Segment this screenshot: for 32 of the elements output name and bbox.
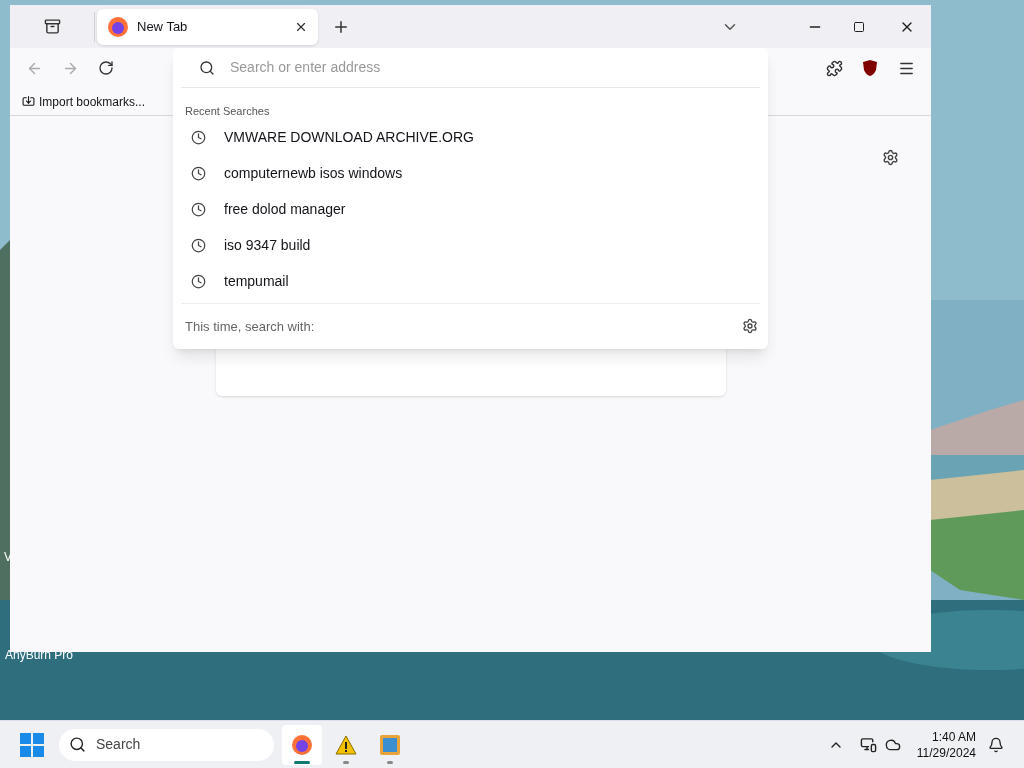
import-icon (22, 95, 35, 108)
recent-search-item[interactable]: tempumail (181, 263, 760, 300)
recent-search-item[interactable]: free dolod manager (181, 191, 760, 228)
recent-search-item[interactable]: computernewb isos windows (181, 155, 760, 192)
browser-tab[interactable]: New Tab (97, 8, 318, 45)
clock-icon (191, 166, 206, 181)
clock-icon (191, 202, 206, 217)
shield-icon[interactable] (862, 59, 878, 77)
recent-search-item[interactable]: VMWARE DOWNLOAD ARCHIVE.ORG (181, 119, 760, 156)
recent-search-item[interactable]: iso 9347 build (181, 227, 760, 264)
search-icon (199, 59, 215, 76)
settings-icon[interactable] (742, 318, 758, 335)
clock[interactable]: 1:40 AM 11/29/2024 (916, 728, 976, 761)
maximize-icon[interactable] (853, 20, 865, 33)
clock-icon (191, 130, 206, 145)
address-field[interactable]: Search or enter address (230, 57, 742, 78)
clock-icon (191, 238, 206, 253)
window-app-icon (379, 733, 401, 756)
taskbar-search-field[interactable]: Search (59, 728, 274, 761)
puzzle-icon[interactable] (826, 59, 843, 77)
bookmark-item[interactable]: Import bookmarks... (22, 92, 146, 111)
notification-icon[interactable] (988, 736, 1004, 753)
section-title: Recent Searches (185, 104, 271, 119)
clock-icon (191, 274, 206, 289)
settings-icon[interactable] (882, 149, 899, 166)
tab-list-icon[interactable] (43, 18, 61, 35)
windows-start-icon[interactable] (20, 732, 44, 757)
reload-icon[interactable] (98, 60, 114, 76)
search-icon (69, 736, 86, 753)
warning-icon (335, 734, 357, 755)
footer-text: This time, search with: (185, 317, 315, 336)
taskbar-app[interactable] (282, 724, 322, 765)
